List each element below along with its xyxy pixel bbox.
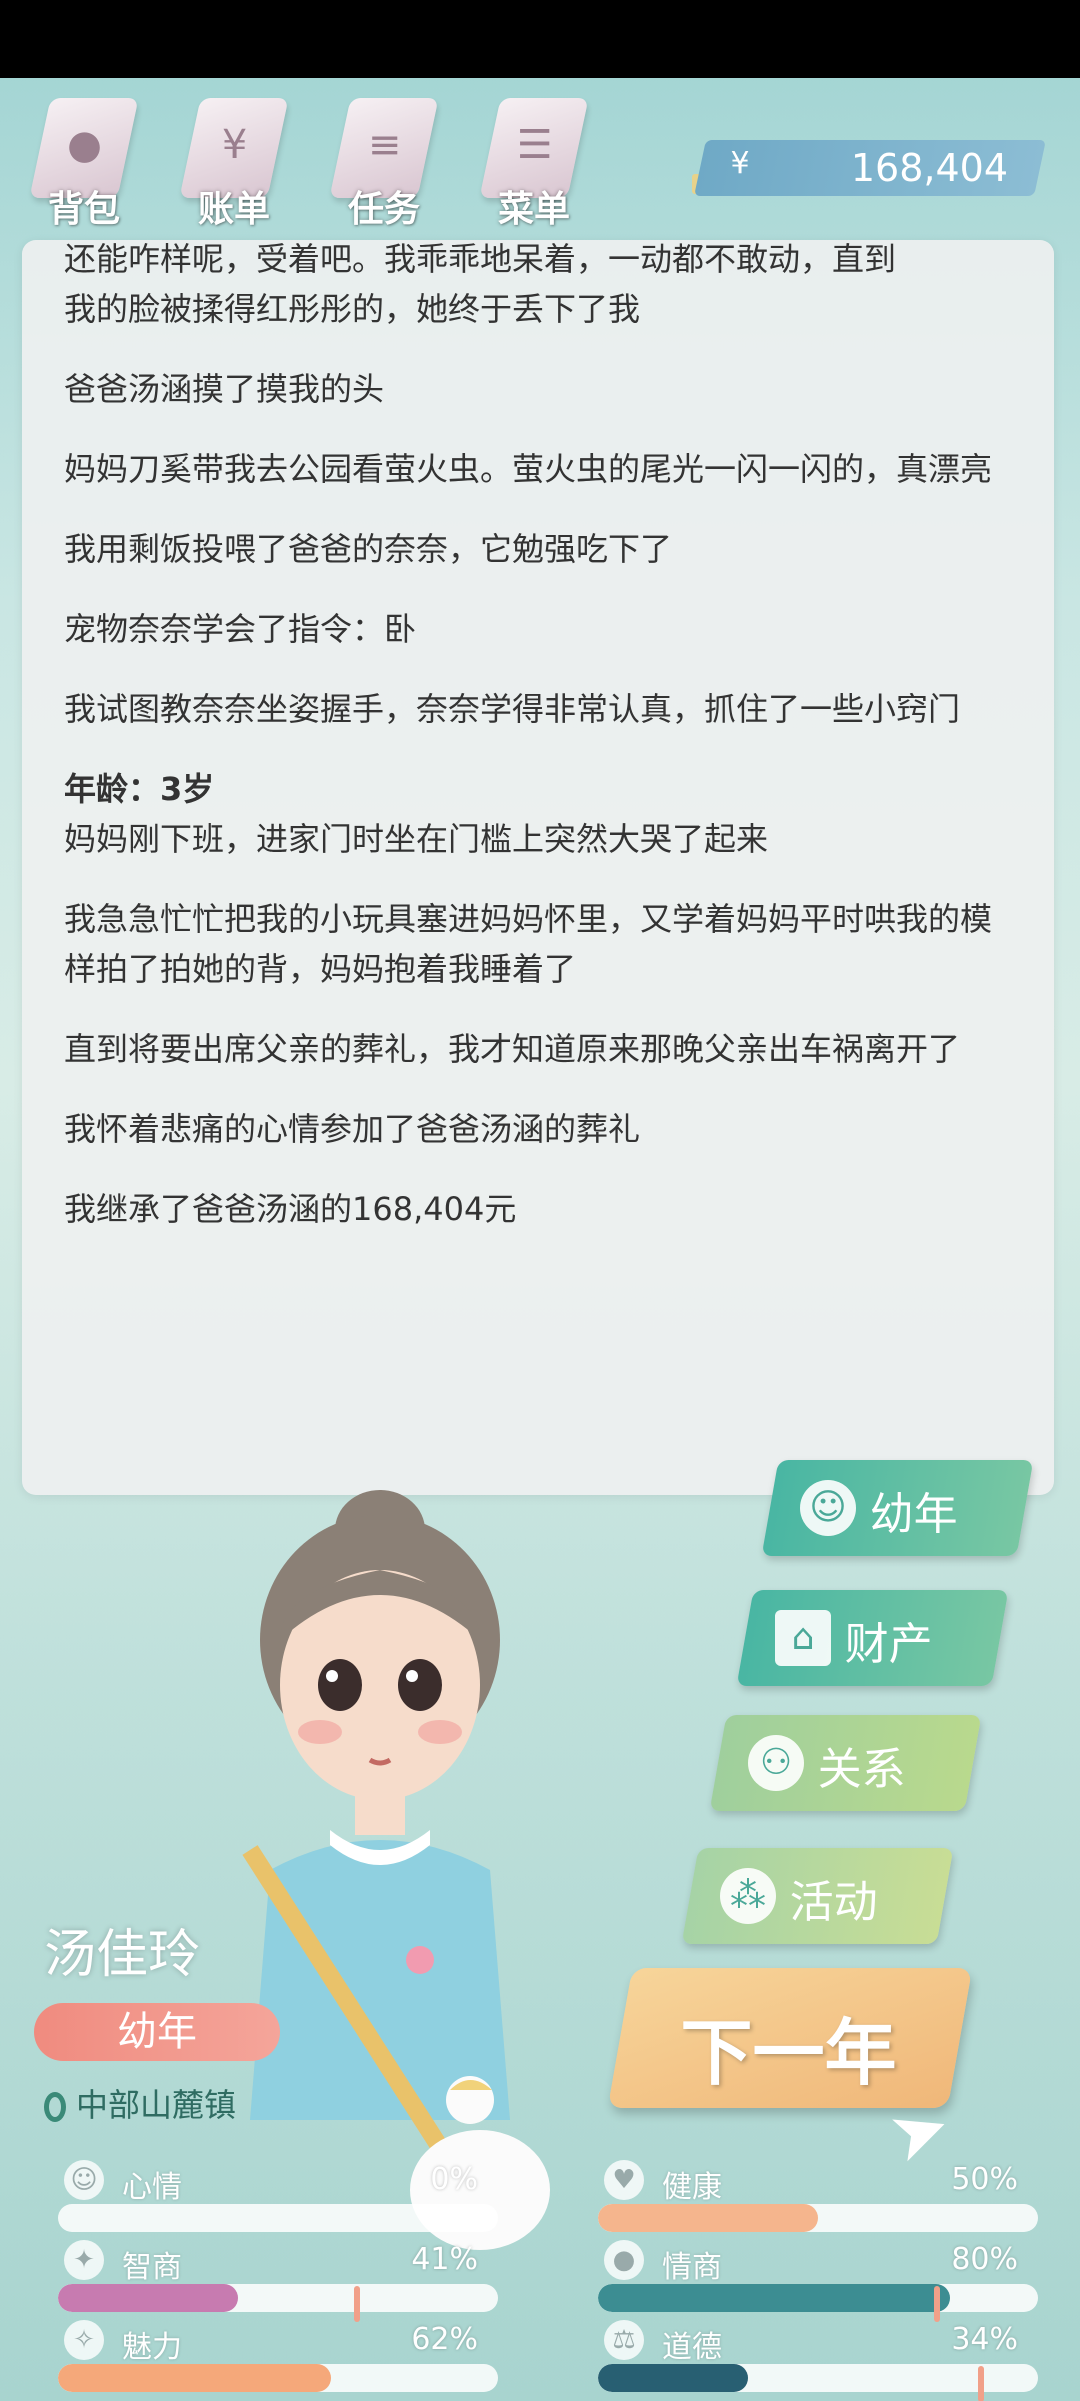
stat-mood-bar (58, 2204, 498, 2232)
stat-eq-value: 80% (951, 2242, 1018, 2277)
location: 中部山麓镇 (44, 2080, 236, 2126)
baby-icon: ☺ (800, 1480, 856, 1536)
stat-health: ♥ 健康 50% (598, 2160, 1038, 2232)
story-line: 我的脸被揉得红彤彤的，她终于丢下了我 (64, 290, 641, 328)
stage-button-label: 幼年 (869, 1489, 958, 1540)
stat-eq-label: 情商 (662, 2250, 722, 2285)
activity-button-label: 活动 (789, 1877, 878, 1928)
next-year-label: 下一年 (680, 2011, 897, 2095)
stat-health-label: 健康 (662, 2170, 722, 2205)
character-name: 汤佳玲 (44, 1925, 201, 1985)
people-icon: ⚇ (748, 1735, 804, 1791)
stat-eq: ● 情商 80% (598, 2240, 1038, 2322)
stat-mood-value: 0% (430, 2162, 478, 2197)
bulb-icon: ✦ (64, 2240, 104, 2280)
story-log[interactable]: 还能咋样呢，受着吧。我乖乖地呆着，一动都不敢动，直到 我的脸被揉得红彤彤的，她终… (22, 240, 1054, 1495)
age-heading: 年龄：3岁 (64, 770, 215, 808)
stat-morality: ⚖ 道德 34% (598, 2320, 1038, 2401)
stat-charm-value: 62% (411, 2322, 478, 2357)
stat-charm-bar (58, 2364, 498, 2392)
stat-mood: ☺ 心情 0% (58, 2160, 498, 2232)
assets-button-label: 财产 (844, 1619, 933, 1670)
story-line: 宠物奈奈学会了指令：卧 (64, 610, 417, 648)
menu-menu-label: 菜单 (497, 189, 570, 230)
menu-menu-button[interactable]: ☰ 菜单 (464, 88, 604, 238)
stat-eq-bar (598, 2284, 1038, 2312)
activity-icon: ⁂ (720, 1868, 776, 1924)
stat-iq-label: 智商 (122, 2250, 182, 2285)
stat-charm-label: 魅力 (122, 2330, 182, 2365)
story-line: 还能咋样呢，受着吧。我乖乖地呆着，一动都不敢动，直到 (64, 240, 897, 278)
stat-morality-marker (978, 2366, 984, 2401)
stat-morality-bar (598, 2364, 1038, 2392)
relations-button[interactable]: ⚇ 关系 (709, 1715, 982, 1811)
apple-icon: ● (604, 2240, 644, 2280)
story-line: 我急急忙忙把我的小玩具塞进妈妈怀里，又学着妈妈平时哄我的模样拍了拍她的背，妈妈抱… (64, 900, 993, 988)
smile-icon: ☺ (64, 2160, 104, 2200)
story-line: 妈妈刀奚带我去公园看萤火虫。萤火虫的尾光一闪一闪的，真漂亮 (64, 450, 993, 488)
menu-task-button[interactable]: ≡ 任务 (314, 88, 454, 238)
stat-morality-label: 道德 (662, 2330, 722, 2365)
status-bar (0, 0, 1080, 78)
stat-mood-label: 心情 (122, 2170, 182, 2205)
stage-button[interactable]: ☺ 幼年 (761, 1460, 1034, 1556)
stat-iq-marker (354, 2286, 360, 2322)
sparkle-icon: ✧ (64, 2320, 104, 2360)
location-label: 中部山麓镇 (76, 2086, 237, 2124)
location-pin-icon (44, 2092, 66, 2122)
yen-icon: ¥ (730, 146, 750, 181)
story-line: 妈妈刚下班，进家门时坐在门槛上突然大哭了起来 (64, 820, 769, 858)
stat-iq: ✦ 智商 41% (58, 2240, 498, 2322)
menu-bill-button[interactable]: ¥ 账单 (164, 88, 304, 238)
menu-task-label: 任务 (347, 189, 420, 230)
heart-icon: ♥ (604, 2160, 644, 2200)
stat-morality-value: 34% (951, 2322, 1018, 2357)
menu-bill-label: 账单 (197, 189, 270, 230)
scale-icon: ⚖ (604, 2320, 644, 2360)
house-icon: ⌂ (775, 1610, 831, 1666)
character-portrait (242, 1490, 550, 2250)
story-line: 我试图教奈奈坐姿握手，奈奈学得非常认真，抓住了一些小窍门 (64, 690, 961, 728)
story-line: 爸爸汤涵摸了摸我的头 (64, 370, 385, 408)
story-line: 我继承了爸爸汤涵的168,404元 (64, 1190, 517, 1228)
stat-health-value: 50% (951, 2162, 1018, 2197)
money-value: 168,404 (850, 146, 1008, 190)
story-line: 直到将要出席父亲的葬礼，我才知道原来那晚父亲出车祸离开了 (64, 1030, 961, 1068)
story-line: 我用剩饭投喂了爸爸的奈奈，它勉强吃下了 (64, 530, 673, 568)
relations-button-label: 关系 (817, 1744, 906, 1795)
stat-health-bar (598, 2204, 1038, 2232)
life-stage-badge: 幼年 (34, 2003, 280, 2061)
stat-iq-bar (58, 2284, 498, 2312)
stat-charm: ✧ 魅力 62% (58, 2320, 498, 2392)
assets-button[interactable]: ⌂ 财产 (736, 1590, 1009, 1686)
menu-bag-label: 背包 (47, 189, 120, 230)
stat-eq-marker (934, 2286, 940, 2322)
activity-button[interactable]: ⁂ 活动 (681, 1848, 954, 1944)
story-line: 我怀着悲痛的心情参加了爸爸汤涵的葬礼 (64, 1110, 641, 1148)
stat-iq-value: 41% (411, 2242, 478, 2277)
menu-bag-button[interactable]: ● 背包 (14, 88, 154, 238)
